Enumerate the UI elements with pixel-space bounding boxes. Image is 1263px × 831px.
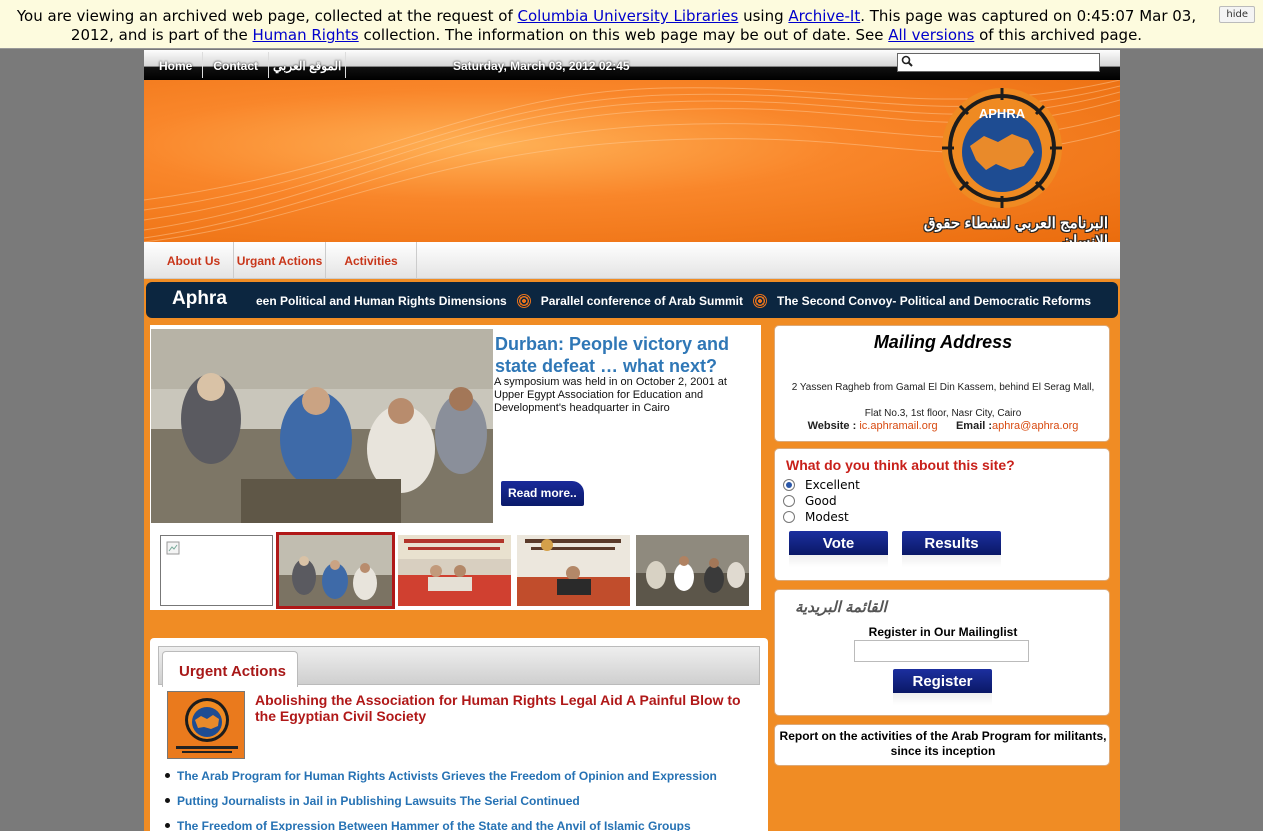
urgent-actions-panel: Urgent Actions Abolishing the Associatio…	[150, 638, 768, 831]
page-container: Home Contact الموقع العربي Saturday, Mar…	[144, 50, 1120, 831]
poll-question: What do you think about this site?	[786, 457, 1015, 473]
archive-text: of this archived page.	[974, 26, 1143, 44]
tab-urgent-actions[interactable]: Urgent Actions	[162, 651, 298, 687]
poll-option-excellent[interactable]: Excellent	[783, 477, 860, 493]
urgent-thumbnail[interactable]	[167, 691, 245, 759]
button-reflection	[893, 693, 992, 705]
ticker-bullet-icon	[516, 294, 531, 308]
ticker-item[interactable]: een Political and Human Rights Dimension…	[256, 294, 507, 308]
menu-about-us[interactable]: About Us	[154, 242, 234, 279]
email-link[interactable]: aphra@aphra.org	[992, 420, 1078, 432]
archive-text: You are viewing an archived web page, co…	[16, 7, 518, 25]
poll-option-good[interactable]: Good	[783, 493, 837, 509]
website-label: Website :	[807, 420, 857, 432]
mailinglist-label: Register in Our Mailinglist	[868, 625, 1018, 639]
featured-description: A symposium was held in on October 2, 20…	[494, 376, 727, 414]
archive-banner: You are viewing an archived web page, co…	[0, 0, 1263, 49]
mailinglist-title: القائمة البريدية	[795, 599, 887, 616]
radio-icon[interactable]	[783, 495, 795, 507]
report-link[interactable]: Report on the activities of the Arab Pro…	[775, 729, 1111, 759]
header-tagline: البرنامج العربي لنشطاء حقوق الإنسان	[923, 215, 1108, 242]
email-label: Email :	[955, 420, 993, 432]
radio-icon[interactable]	[783, 511, 795, 523]
news-ticker: Aphra een Political and Human Rights Dim…	[146, 282, 1118, 318]
ticker-bullet-icon	[753, 294, 768, 308]
main-menu: About Us Urgant Actions Activities	[144, 242, 1120, 279]
top-nav-arabic-site[interactable]: الموقع العربي	[269, 52, 347, 78]
poll-box: What do you think about this site? Excel…	[774, 448, 1110, 581]
thumbnail-photo	[279, 535, 392, 606]
button-reflection	[789, 555, 888, 567]
menu-activities[interactable]: Activities	[326, 242, 417, 279]
featured-photo	[151, 329, 493, 523]
search-icon	[901, 55, 913, 67]
read-more-button[interactable]: Read more..	[501, 481, 584, 506]
site-header: APHRA البرنامج العربي لنشطاء حقوق الإنسا…	[144, 80, 1120, 242]
archive-it-link[interactable]: Archive-It	[788, 7, 860, 25]
logo-text: APHRA	[979, 106, 1026, 121]
thumbnail-selected[interactable]	[276, 532, 395, 609]
contact-line: Website : ic.aphramail.org Email :aphra@…	[775, 420, 1111, 432]
radio-selected-icon[interactable]	[783, 479, 795, 491]
urgent-tab-bar: Urgent Actions	[158, 646, 760, 687]
thumbnail-broken[interactable]	[160, 535, 273, 606]
thumbnail[interactable]	[398, 535, 511, 606]
urgent-list-item[interactable]: The Arab Program for Human Rights Activi…	[163, 769, 758, 794]
poll-option-label: Modest	[805, 510, 849, 524]
thumbnail-photo	[398, 535, 511, 606]
ticker-title: Aphra	[172, 288, 227, 309]
featured-title-link[interactable]: Durban: People victory and state defeat …	[495, 333, 745, 377]
menu-urgant-actions[interactable]: Urgant Actions	[234, 242, 326, 279]
poll-option-label: Excellent	[805, 478, 860, 492]
featured-slider: Durban: People victory and state defeat …	[150, 325, 761, 610]
poll-option-modest[interactable]: Modest	[783, 509, 849, 525]
top-nav: Home Contact الموقع العربي	[149, 52, 347, 78]
thumbnail-photo	[636, 535, 749, 606]
ticker-item[interactable]: The Second Convoy- Political and Democra…	[777, 294, 1091, 308]
archive-text: collection. The information on this web …	[358, 26, 889, 44]
hide-banner-button[interactable]: hide	[1219, 6, 1255, 23]
columbia-link[interactable]: Columbia University Libraries	[518, 7, 739, 25]
mailinglist-box: القائمة البريدية Register in Our Mailing…	[774, 589, 1110, 716]
mailinglist-email-input[interactable]	[854, 640, 1029, 662]
current-date: Saturday, March 03, 2012 02:45	[453, 59, 630, 73]
featured-image[interactable]	[151, 329, 493, 523]
top-nav-contact[interactable]: Contact	[203, 52, 270, 78]
all-versions-link[interactable]: All versions	[888, 26, 974, 44]
button-reflection	[902, 555, 1001, 567]
urgent-list: The Arab Program for Human Rights Activi…	[163, 769, 758, 831]
top-bar: Home Contact الموقع العربي Saturday, Mar…	[144, 50, 1120, 80]
ticker-item[interactable]: Parallel conference of Arab Summit	[541, 294, 743, 308]
archive-text: using	[738, 7, 789, 25]
urgent-list-item[interactable]: The Freedom of Expression Between Hammer…	[163, 819, 758, 831]
website-link[interactable]: ic.aphramail.org	[859, 420, 937, 432]
urgent-headline-link[interactable]: Abolishing the Association for Human Rig…	[255, 692, 750, 724]
mailing-address-title: Mailing Address	[873, 332, 1013, 352]
broken-image-icon	[166, 541, 180, 555]
search-input[interactable]	[897, 53, 1100, 72]
top-nav-home[interactable]: Home	[149, 52, 204, 78]
mailing-address-box: Mailing Address 2 Yassen Ragheb from Gam…	[774, 325, 1110, 442]
vote-button[interactable]: Vote	[789, 531, 888, 555]
register-button[interactable]: Register	[893, 669, 992, 693]
thumbnail-photo	[517, 535, 630, 606]
report-box: Report on the activities of the Arab Pro…	[774, 724, 1110, 766]
thumbnail[interactable]	[517, 535, 630, 606]
results-button[interactable]: Results	[902, 531, 1001, 555]
poll-option-label: Good	[805, 494, 837, 508]
aphra-logo-small	[168, 692, 244, 758]
thumbnail[interactable]	[636, 535, 749, 606]
human-rights-link[interactable]: Human Rights	[253, 26, 359, 44]
urgent-list-item[interactable]: Putting Journalists in Jail in Publishin…	[163, 794, 758, 819]
aphra-logo: APHRA	[942, 88, 1062, 208]
ticker-items: een Political and Human Rights Dimension…	[256, 294, 1091, 308]
